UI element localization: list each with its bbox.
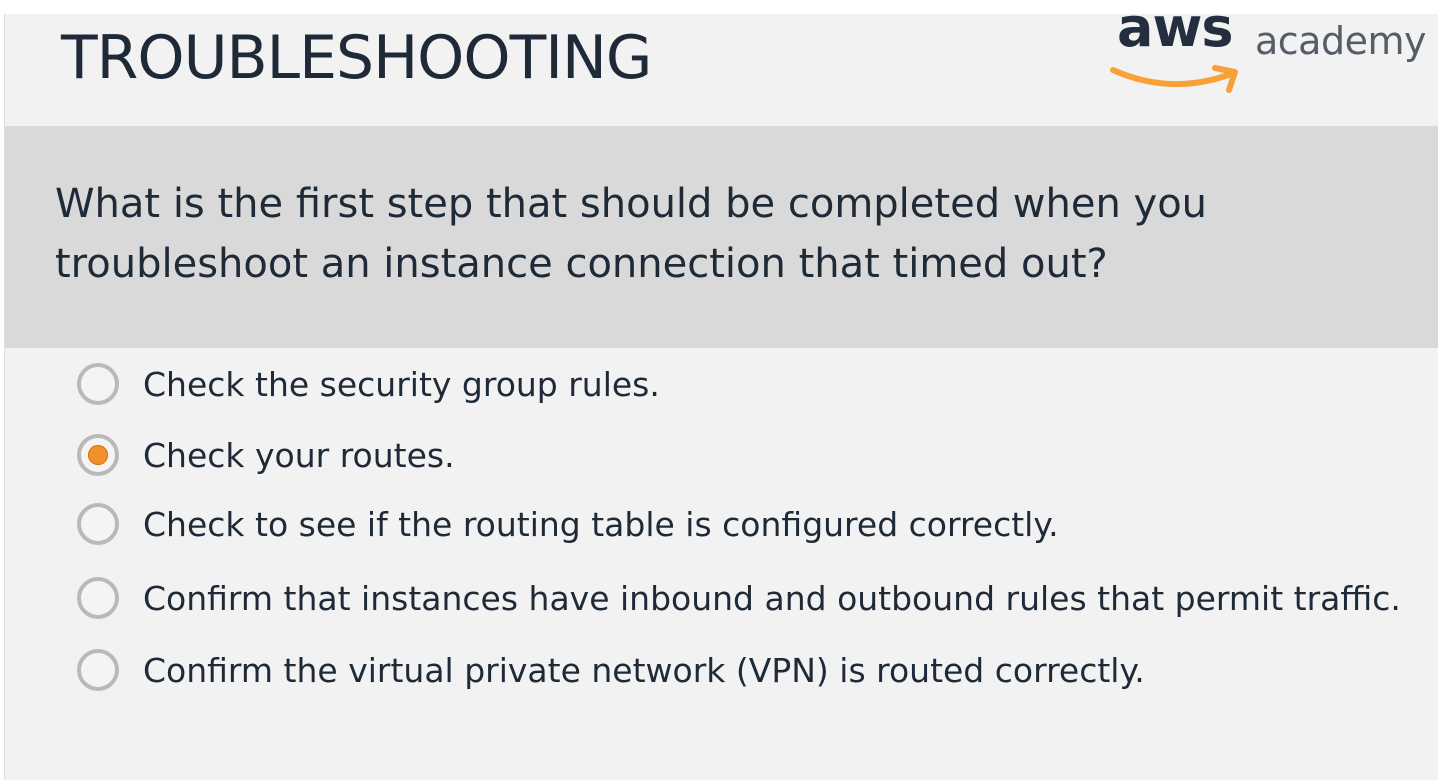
- page-title: TROUBLESHOOTING: [61, 23, 652, 93]
- slide-header: TROUBLESHOOTING aws academy: [5, 0, 1438, 126]
- answer-option-3[interactable]: Check to see if the routing table is con…: [77, 500, 1397, 556]
- answer-label: Confirm that instances have inbound and …: [143, 579, 1401, 618]
- answer-label: Check your routes.: [143, 436, 455, 475]
- smile-arrow-icon: [1110, 65, 1238, 93]
- answer-option-4[interactable]: Confirm that instances have inbound and …: [77, 574, 1401, 630]
- radio-button[interactable]: [77, 577, 119, 619]
- radio-button[interactable]: [77, 503, 119, 545]
- aws-academy-logo: aws academy: [1105, 0, 1426, 106]
- answer-label: Confirm the virtual private network (VPN…: [143, 651, 1145, 690]
- question-text: What is the first step that should be co…: [55, 181, 1208, 287]
- quiz-slide: TROUBLESHOOTING aws academy What is the …: [5, 0, 1438, 780]
- radio-button-selected[interactable]: [77, 434, 119, 476]
- answer-option-2[interactable]: Check your routes.: [77, 431, 1397, 487]
- radio-button[interactable]: [77, 363, 119, 405]
- radio-button[interactable]: [77, 649, 119, 691]
- question-band: What is the first step that should be co…: [5, 126, 1438, 348]
- answer-label: Check the security group rules.: [143, 365, 660, 404]
- logo-suffix: academy: [1255, 19, 1426, 63]
- answer-option-5[interactable]: Confirm the virtual private network (VPN…: [77, 646, 1397, 702]
- answer-option-1[interactable]: Check the security group rules.: [77, 360, 1397, 416]
- answer-label: Check to see if the routing table is con…: [143, 505, 1059, 544]
- logo-wordmark: aws: [1117, 0, 1233, 59]
